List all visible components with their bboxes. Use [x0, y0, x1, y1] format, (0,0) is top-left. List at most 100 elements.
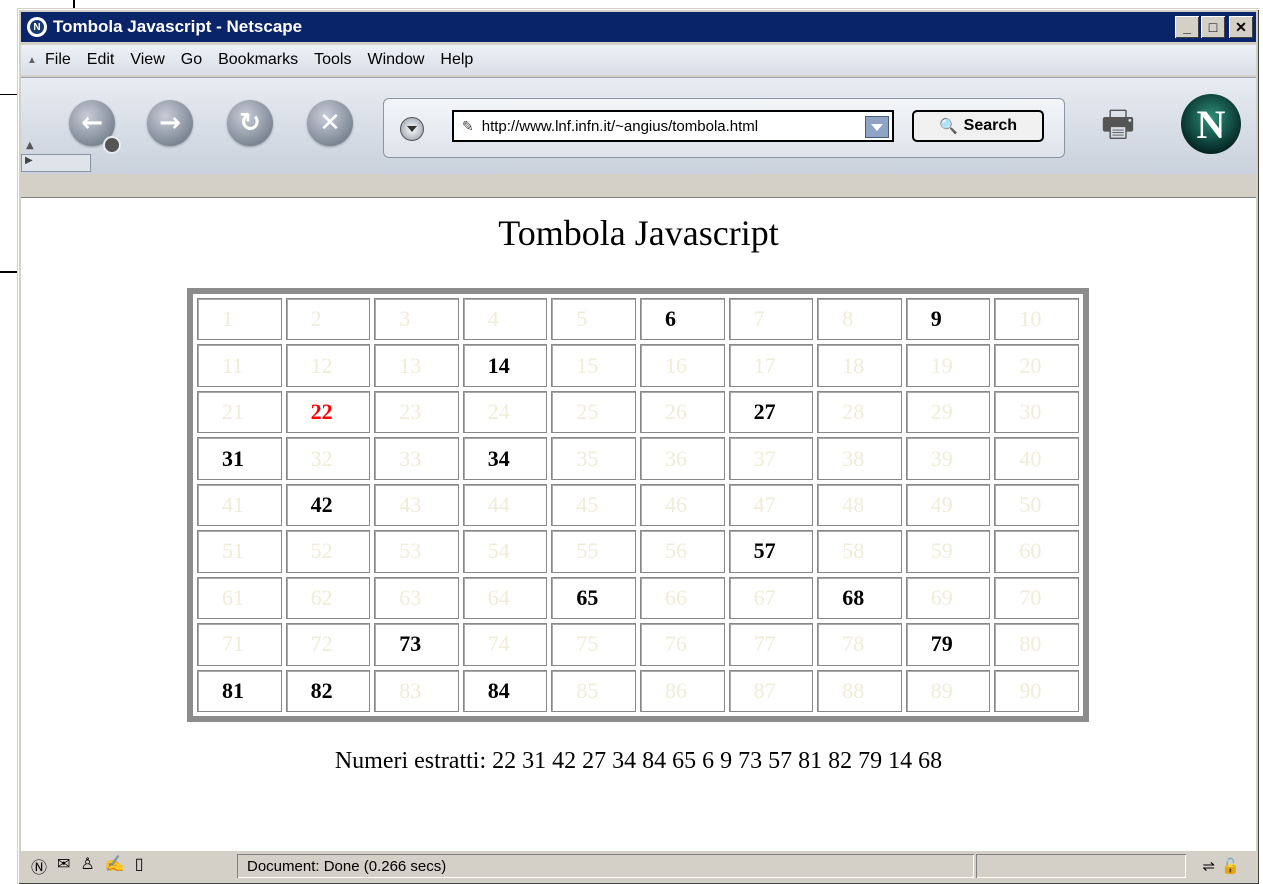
instant-messenger-icon[interactable]: ♙	[80, 854, 94, 878]
number-cell-31: 31	[197, 437, 282, 480]
number-cell-71: 71	[197, 623, 282, 666]
number-cell-59: 59	[905, 530, 991, 573]
lock-icon[interactable]: 🔓	[1221, 857, 1240, 875]
number-cell-57: 57	[728, 530, 814, 573]
number-cell-73: 73	[374, 623, 459, 666]
number-cell-76: 76	[639, 623, 725, 666]
menu-bookmarks[interactable]: Bookmarks	[218, 51, 298, 69]
number-cell-51: 51	[197, 530, 282, 573]
maximize-button[interactable]: □	[1201, 16, 1225, 38]
menu-window[interactable]: Window	[367, 51, 424, 69]
online-status-icon[interactable]: ⇌	[1202, 857, 1215, 875]
status-text: Document: Done (0.266 secs)	[237, 854, 974, 878]
number-cell-66: 66	[639, 576, 725, 620]
drawn-numbers: Numeri estratti: 22 31 42 27 34 84 65 6 …	[21, 748, 1256, 775]
number-cell-25: 25	[551, 390, 636, 434]
page-proxy-icon[interactable]: ✎	[462, 118, 474, 135]
url-field[interactable]: ✎ http://www.lnf.infn.it/~angius/tombola…	[452, 110, 894, 142]
sidebar-toggle[interactable]: ▶	[21, 154, 91, 172]
toolbar-grip-icon[interactable]: ▲	[27, 55, 37, 66]
number-cell-12: 12	[285, 344, 371, 387]
number-cell-14: 14	[462, 344, 548, 387]
number-cell-68: 68	[817, 576, 902, 620]
mail-icon[interactable]: ✉	[57, 854, 70, 878]
drawn-label: Numeri estratti:	[334, 748, 487, 774]
number-cell-28: 28	[817, 390, 902, 434]
close-button[interactable]: ✕	[1229, 16, 1253, 38]
netscape-logo[interactable]: N	[1181, 94, 1241, 154]
composer-icon[interactable]: ✍	[105, 854, 125, 878]
page-title: Tombola Javascript	[498, 213, 779, 253]
back-button[interactable]: ←	[69, 100, 121, 154]
netscape-app-icon[interactable]: N	[27, 17, 47, 37]
number-cell-88: 88	[817, 669, 902, 712]
minimize-button[interactable]: _	[1175, 16, 1199, 38]
number-cell-26: 26	[639, 390, 725, 434]
browser-window: N Tombola Javascript - Netscape _ □ ✕ ▲ …	[17, 8, 1259, 884]
menu-edit[interactable]: Edit	[87, 51, 115, 69]
menu-tools[interactable]: Tools	[314, 51, 351, 69]
number-cell-53: 53	[374, 530, 459, 573]
number-cell-52: 52	[285, 530, 371, 573]
navigator-icon[interactable]: Ⓝ	[31, 854, 47, 878]
number-cell-48: 48	[817, 483, 902, 527]
number-cell-18: 18	[817, 344, 902, 387]
menu-go[interactable]: Go	[181, 51, 202, 69]
url-text: http://www.lnf.infn.it/~angius/tombola.h…	[481, 117, 759, 135]
search-button[interactable]: 🔍 Search	[912, 110, 1044, 142]
number-cell-27: 27	[728, 390, 814, 434]
toolbar-grip-icon[interactable]: ▲	[26, 140, 34, 151]
number-cell-20: 20	[994, 344, 1079, 387]
number-cell-63: 63	[374, 576, 459, 620]
number-cell-85: 85	[551, 669, 636, 712]
number-cell-69: 69	[905, 576, 991, 620]
print-icon[interactable]: 🖶	[1101, 98, 1153, 145]
number-cell-49: 49	[905, 483, 991, 527]
navigation-toolbar: ▲ ← → ↻ ✕ ✎ http://www.lnf.infn.it/~angi…	[21, 77, 1256, 174]
number-cell-84: 84	[462, 669, 548, 712]
number-cell-58: 58	[817, 530, 902, 573]
reload-button[interactable]: ↻	[227, 100, 273, 146]
number-cell-6: 6	[639, 298, 725, 341]
number-cell-41: 41	[197, 483, 282, 527]
menu-file[interactable]: File	[45, 51, 71, 69]
number-cell-43: 43	[374, 483, 459, 527]
number-cell-22: 22	[285, 390, 371, 434]
number-cell-23: 23	[374, 390, 459, 434]
number-cell-61: 61	[197, 576, 282, 620]
url-toolbar: ✎ http://www.lnf.infn.it/~angius/tombola…	[383, 98, 1065, 158]
menu-help[interactable]: Help	[440, 51, 473, 69]
number-cell-70: 70	[994, 576, 1079, 620]
url-dropdown-icon[interactable]	[865, 116, 889, 138]
number-cell-81: 81	[197, 669, 282, 712]
status-bar: Ⓝ ✉ ♙ ✍ ▯ Document: Done (0.266 secs) ⇌ …	[21, 851, 1256, 881]
history-dropdown-icon[interactable]	[400, 117, 424, 141]
number-cell-79: 79	[905, 623, 991, 666]
stop-button[interactable]: ✕	[307, 100, 353, 146]
number-cell-38: 38	[817, 437, 902, 480]
number-cell-9: 9	[905, 298, 991, 341]
number-cell-16: 16	[639, 344, 725, 387]
number-cell-89: 89	[905, 669, 991, 712]
number-cell-10: 10	[994, 298, 1079, 341]
security-area: ⇌ 🔓	[1186, 854, 1256, 878]
number-cell-77: 77	[728, 623, 814, 666]
desktop-line	[73, 0, 75, 8]
menu-bar: ▲ File Edit View Go Bookmarks Tools Wind…	[21, 45, 1256, 75]
number-cell-83: 83	[374, 669, 459, 712]
number-cell-87: 87	[728, 669, 814, 712]
number-cell-13: 13	[374, 344, 459, 387]
address-book-icon[interactable]: ▯	[135, 854, 144, 878]
number-cell-24: 24	[462, 390, 548, 434]
number-cell-15: 15	[551, 344, 636, 387]
number-cell-60: 60	[994, 530, 1079, 573]
number-cell-36: 36	[639, 437, 725, 480]
forward-button[interactable]: →	[147, 100, 193, 146]
number-cell-65: 65	[551, 576, 636, 620]
menu-view[interactable]: View	[130, 51, 164, 69]
tombola-board: 1 2 3 4 5 6 7 8 9 10 11 12 13 14 15 16 17 18 19 20 21 22 23 24 2…	[187, 288, 1089, 722]
number-cell-47: 47	[728, 483, 814, 527]
number-cell-45: 45	[551, 483, 636, 527]
number-cell-11: 11	[197, 344, 282, 387]
number-cell-3: 3	[374, 298, 459, 341]
